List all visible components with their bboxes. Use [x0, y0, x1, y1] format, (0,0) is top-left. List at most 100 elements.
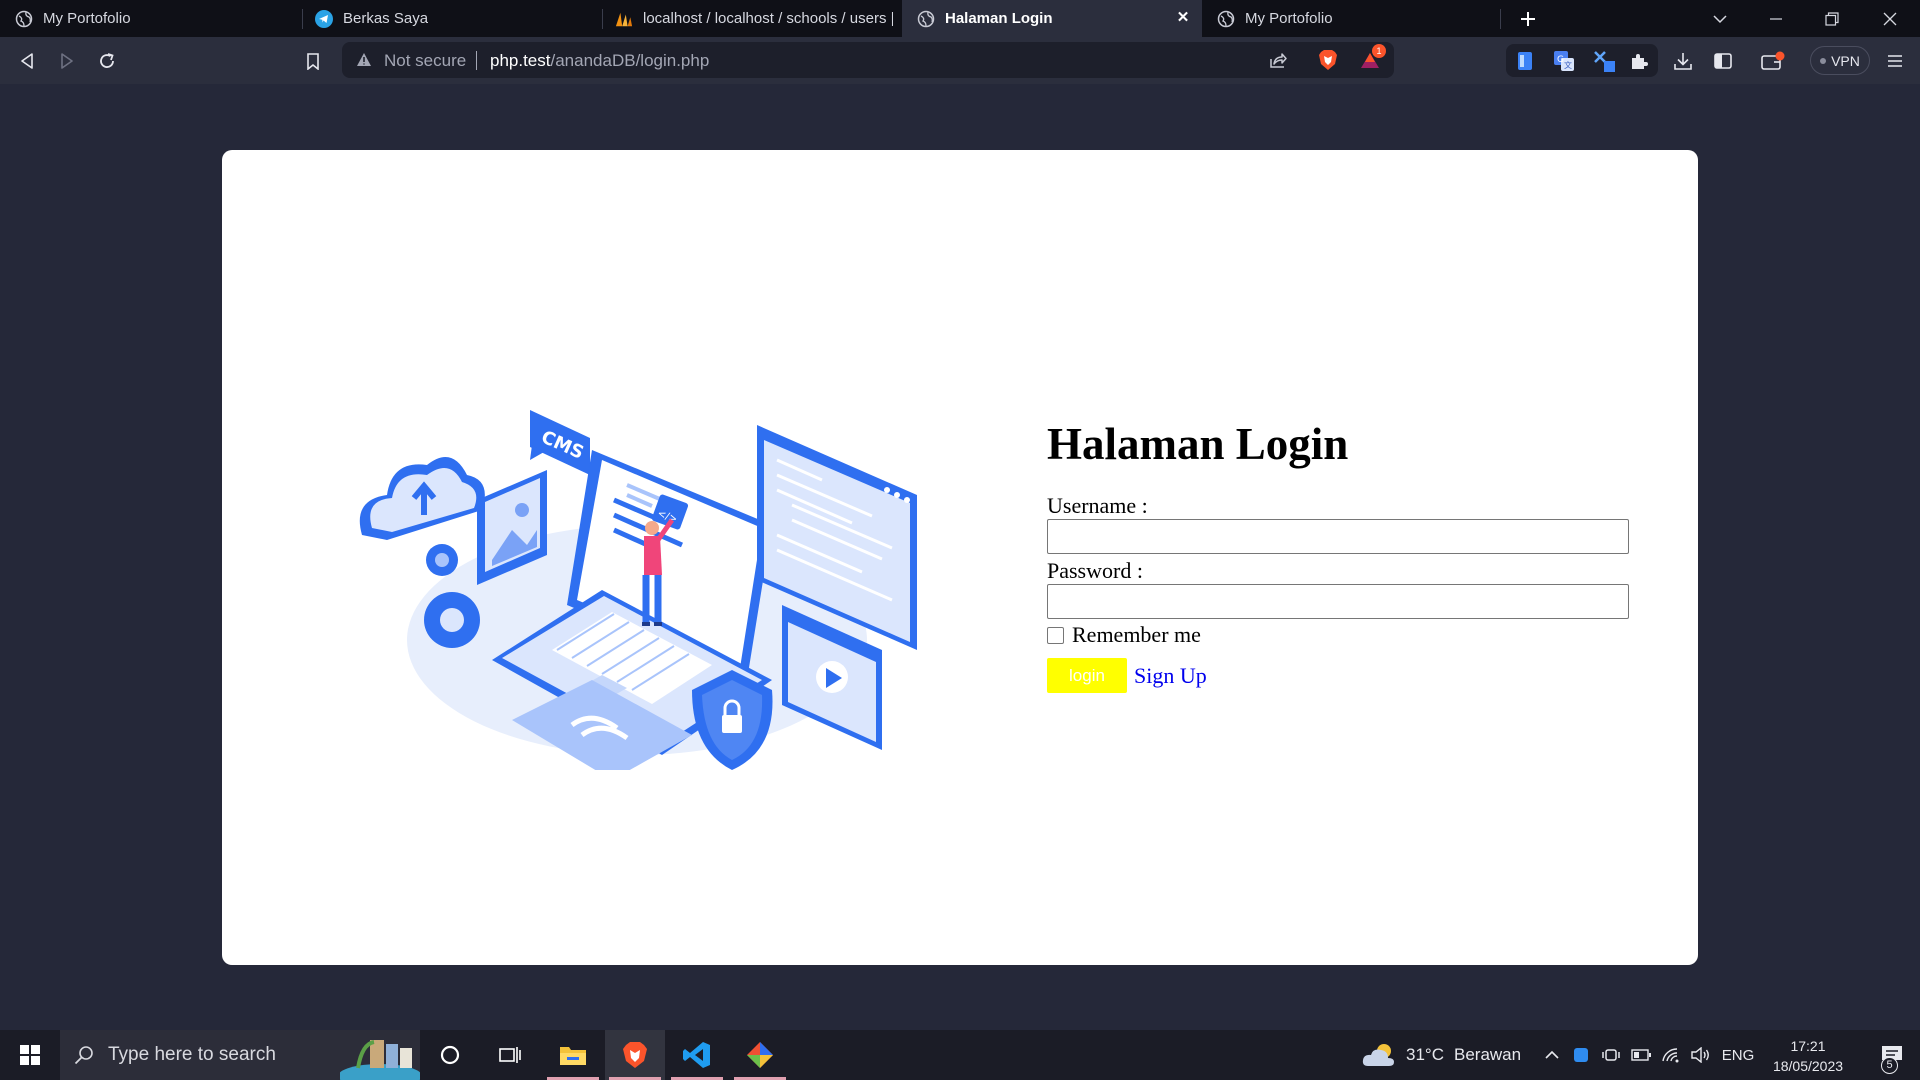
bookmark-icon [307, 52, 319, 70]
restore-icon [1825, 11, 1839, 26]
menu-button[interactable] [1880, 46, 1910, 76]
extensions-group: G文 [1506, 44, 1658, 77]
rewards-badge: 1 [1372, 44, 1386, 58]
tab-title: Berkas Saya [343, 10, 429, 27]
chevron-up-icon [1545, 1050, 1559, 1059]
forward-arrow-icon [61, 53, 73, 69]
tab-my-portofolio-2[interactable]: My Portofolio [1202, 0, 1500, 37]
globe-icon [917, 10, 935, 27]
tray-app-icon [1574, 1048, 1588, 1062]
brave-browser-button[interactable] [605, 1030, 665, 1080]
url-path: /anandaDB/login.php [550, 51, 710, 70]
tab-strip: My Portofolio Berkas Saya localhost / lo… [0, 0, 1920, 37]
new-tab-button[interactable] [1504, 0, 1552, 37]
back-button[interactable] [12, 46, 42, 76]
cortana-button[interactable] [420, 1030, 480, 1080]
git-gui-button[interactable] [730, 1030, 790, 1080]
password-input[interactable] [1047, 584, 1629, 619]
remember-me-checkbox[interactable] [1047, 626, 1064, 644]
restore-button[interactable] [1808, 0, 1856, 37]
meet-now-icon [1602, 1049, 1620, 1061]
weather-temperature: 31°C [1406, 1045, 1444, 1064]
tab-title: Halaman Login [945, 10, 1053, 27]
wallet-icon [1761, 51, 1785, 70]
tab-halaman-login[interactable]: Halaman Login ✕ [902, 0, 1202, 37]
plus-icon [1521, 11, 1535, 26]
vscode-icon [683, 1042, 710, 1068]
brave-shields-icon[interactable] [1318, 49, 1338, 71]
hamburger-menu-icon [1888, 55, 1902, 67]
vpn-button[interactable]: VPN [1810, 46, 1870, 75]
security-label[interactable]: Not secure [384, 51, 466, 71]
lock-shield-icon [692, 670, 773, 770]
signup-link[interactable]: Sign Up [1134, 663, 1207, 689]
downloads-button[interactable] [1668, 46, 1698, 76]
share-icon[interactable] [1268, 50, 1288, 70]
volume-button[interactable] [1688, 1030, 1714, 1080]
login-illustration: CMS </> [359, 410, 917, 770]
translate-extension-icon[interactable]: G文 [1553, 50, 1575, 72]
url-host: php.test [490, 51, 551, 70]
reload-button[interactable] [92, 46, 122, 76]
docs-extension-icon[interactable] [1516, 51, 1534, 71]
vscode-button[interactable] [667, 1030, 727, 1080]
gear-small-icon [426, 544, 458, 576]
login-form: Halaman Login Username : Password : Reme… [1047, 418, 1647, 693]
tab-separator [1500, 9, 1501, 29]
battery-button[interactable] [1628, 1030, 1654, 1080]
weather-widget[interactable]: 31°C Berawan [1362, 1030, 1521, 1080]
close-icon [1883, 12, 1897, 25]
forward-button[interactable] [52, 46, 82, 76]
reload-icon [100, 53, 114, 68]
page-title: Halaman Login [1047, 419, 1349, 469]
wallet-button[interactable] [1758, 46, 1788, 76]
globe-icon [15, 10, 33, 27]
minimize-button[interactable] [1752, 0, 1800, 37]
cortana-icon [440, 1045, 460, 1065]
remember-me-label[interactable]: Remember me [1072, 622, 1201, 648]
start-button[interactable] [0, 1030, 60, 1080]
meet-now-button[interactable] [1598, 1030, 1624, 1080]
clock-date: 18/05/2023 [1772, 1058, 1844, 1074]
sidebar-button[interactable] [1708, 46, 1738, 76]
telegram-icon [315, 9, 333, 28]
tray-app-button[interactable] [1568, 1030, 1594, 1080]
system-clock[interactable]: 17:21 18/05/2023 [1760, 1036, 1856, 1076]
close-window-button[interactable] [1866, 0, 1914, 37]
url-text[interactable]: php.test/anandaDB/login.php [490, 51, 709, 71]
network-button[interactable] [1658, 1030, 1684, 1080]
language-indicator[interactable]: ENG [1718, 1030, 1758, 1080]
vpn-label: VPN [1831, 52, 1860, 69]
username-label: Username : [1047, 493, 1148, 518]
username-input[interactable] [1047, 519, 1629, 554]
file-explorer-button[interactable] [543, 1030, 603, 1080]
login-card: CMS </> Halaman Login Username: Passwor… [222, 150, 1698, 965]
tray-overflow-button[interactable] [1540, 1030, 1564, 1080]
tab-phpmyadmin[interactable]: localhost / localhost / schools / users … [600, 0, 900, 37]
sidebar-icon [1714, 53, 1732, 69]
tab-my-portofolio-1[interactable]: My Portofolio [0, 0, 300, 37]
puzzle-extensions-icon[interactable] [1629, 51, 1649, 71]
git-icon [747, 1042, 773, 1068]
notification-count-badge: 5 [1881, 1057, 1898, 1074]
bookmark-button[interactable] [298, 46, 328, 76]
windows-taskbar: Type here to search 31°C Berawan ENG 17:… [0, 1030, 1920, 1080]
weather-condition: Berawan [1453, 1045, 1522, 1064]
tab-title: My Portofolio [43, 10, 131, 27]
login-button[interactable]: login [1047, 658, 1127, 693]
tab-berkas-saya[interactable]: Berkas Saya [300, 0, 600, 37]
task-view-icon [499, 1047, 521, 1063]
svg-text:G: G [1557, 55, 1564, 65]
close-tab-icon[interactable]: ✕ [1174, 9, 1192, 27]
taskbar-search[interactable]: Type here to search [60, 1030, 420, 1080]
devtools-extension-icon[interactable] [1592, 49, 1616, 73]
globe-icon [1217, 10, 1235, 27]
svg-text:文: 文 [1564, 60, 1572, 70]
battery-icon [1631, 1049, 1651, 1061]
warning-icon[interactable] [356, 52, 372, 67]
tab-search-button[interactable] [1696, 0, 1744, 37]
back-arrow-icon [21, 53, 33, 69]
gear-large-icon [424, 592, 480, 648]
task-view-button[interactable] [480, 1030, 540, 1080]
address-bar[interactable]: Not secure php.test/anandaDB/login.php 1 [342, 42, 1394, 78]
